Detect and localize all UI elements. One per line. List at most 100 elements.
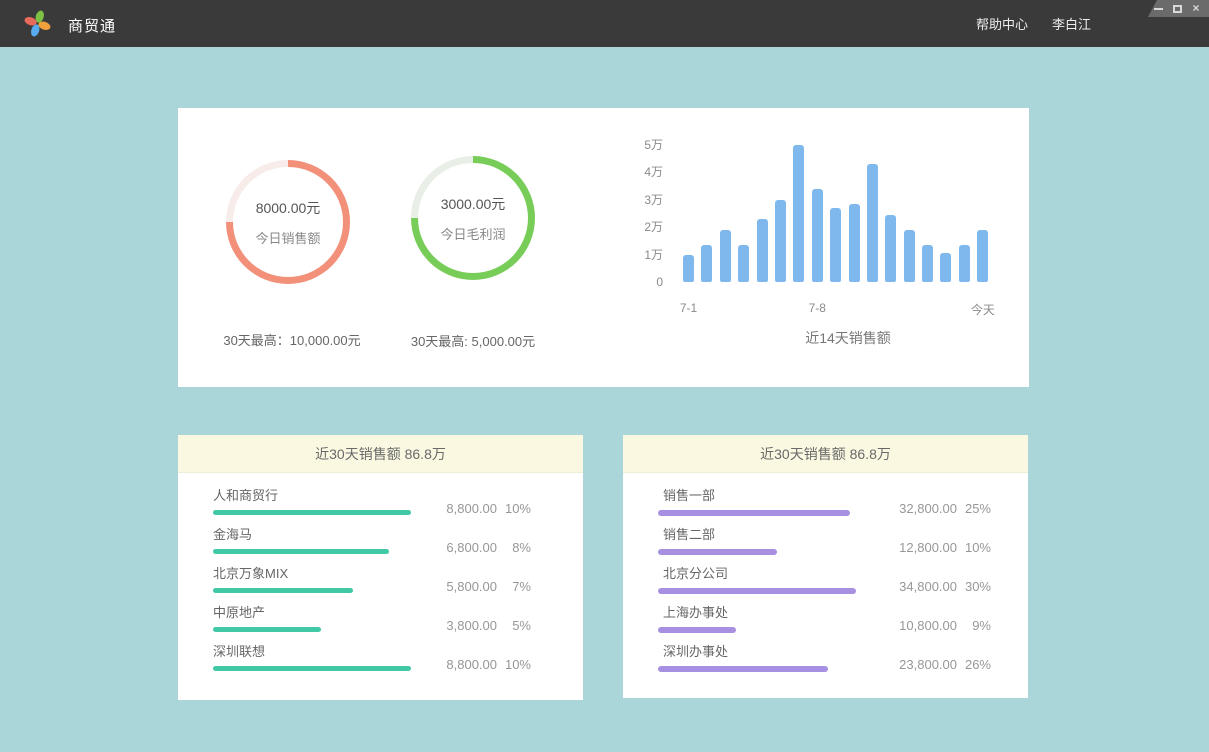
chart-bar [775, 200, 786, 282]
chart-bar [885, 215, 896, 282]
sales-row-amount: 10,800.00 [877, 618, 957, 633]
sales-row: 人和商贸行8,800.0010% [213, 488, 583, 527]
sales-row-percent: 10% [957, 540, 991, 555]
sales-row-values: 3,800.005% [417, 618, 531, 633]
sales-row-bar [213, 549, 389, 554]
y-tick-label: 4万 [603, 164, 663, 180]
chart-bar [701, 245, 712, 282]
y-tick-label: 3万 [603, 192, 663, 208]
sales-row-percent: 9% [957, 618, 991, 633]
y-tick-label: 0 [603, 274, 663, 290]
minimize-icon [1154, 8, 1163, 10]
today-sales-30day-max: 30天最高：10,000.00元 [223, 330, 360, 349]
sales-row-bar [213, 510, 411, 515]
chart-bar [738, 245, 749, 282]
sales-row: 上海办事处10,800.009% [658, 605, 1028, 644]
today-profit-label: 今日毛利润 [440, 224, 505, 243]
department-sales-panel: 近30天销售额 86.8万 销售一部32,800.0025%销售二部12,800… [623, 435, 1028, 698]
chart-bar [922, 245, 933, 282]
sales-row-percent: 5% [497, 618, 531, 633]
chart-bar [812, 189, 823, 282]
sales-row-bar [658, 549, 777, 555]
sales-row-bar [658, 666, 828, 672]
sales-row-bar [658, 627, 736, 633]
sales-row: 北京万象MIX5,800.007% [213, 566, 583, 605]
sales-row-amount: 23,800.00 [877, 657, 957, 672]
chart-bar [830, 208, 841, 282]
sales-row-amount: 32,800.00 [877, 501, 957, 516]
app-logo-icon [23, 9, 52, 38]
sales-row: 销售一部32,800.0025% [658, 488, 1028, 527]
chart-bars [683, 145, 989, 282]
today-sales-value: 8000.00元 [256, 198, 321, 218]
sales-row-percent: 10% [497, 501, 531, 516]
sales-row-bar [213, 666, 411, 671]
sales-row-percent: 30% [957, 579, 991, 594]
sales-row: 销售二部12,800.0010% [658, 527, 1028, 566]
x-tick-label: 今天 [971, 301, 995, 318]
chart-bar [683, 255, 694, 282]
sales-row: 深圳办事处23,800.0026% [658, 644, 1028, 683]
x-tick-label: 7-8 [809, 301, 826, 315]
today-profit-value: 3000.00元 [441, 194, 506, 214]
today-sales-gauge: 8000.00元 今日销售额 [226, 160, 350, 284]
maximize-icon [1173, 5, 1182, 13]
sales-row-values: 6,800.008% [417, 540, 531, 555]
sales-row-percent: 8% [497, 540, 531, 555]
chart-bar [867, 164, 878, 282]
sales-row: 深圳联想8,800.0010% [213, 644, 583, 683]
sales-row-amount: 12,800.00 [877, 540, 957, 555]
sales-row-percent: 7% [497, 579, 531, 594]
sales-row-values: 12,800.0010% [877, 540, 991, 555]
sales-row: 中原地产3,800.005% [213, 605, 583, 644]
minimize-button[interactable] [1153, 3, 1163, 14]
customer-sales-list: 人和商贸行8,800.0010%金海马6,800.008%北京万象MIX5,80… [178, 473, 583, 683]
today-profit-gauge: 3000.00元 今日毛利润 [411, 156, 535, 280]
sales-row: 北京分公司34,800.0030% [658, 566, 1028, 605]
sales-row-values: 5,800.007% [417, 579, 531, 594]
sales-row-bar [658, 588, 856, 594]
sales-row-values: 32,800.0025% [877, 501, 991, 516]
username-menu[interactable]: 李白江 [1052, 14, 1091, 33]
sales-row-values: 8,800.0010% [417, 657, 531, 672]
sales-row-values: 8,800.0010% [417, 501, 531, 516]
chart-bar [959, 245, 970, 282]
sales-row-amount: 34,800.00 [877, 579, 957, 594]
sales-row-percent: 25% [957, 501, 991, 516]
sales-row-percent: 10% [497, 657, 531, 672]
chart-bar [757, 219, 768, 282]
sales-row-bar [213, 627, 321, 632]
chart-bar [904, 230, 915, 282]
customer-sales-panel: 近30天销售额 86.8万 人和商贸行8,800.0010%金海马6,800.0… [178, 435, 583, 700]
maximize-button[interactable] [1172, 3, 1182, 14]
close-button[interactable]: × [1191, 3, 1201, 14]
sales-row-amount: 5,800.00 [417, 579, 497, 594]
sales-row: 金海马6,800.008% [213, 527, 583, 566]
chart-bar [977, 230, 988, 282]
today-profit-30day-max: 30天最高: 5,000.00元 [411, 331, 535, 350]
chart-bar [793, 145, 804, 282]
chart-bar [940, 253, 951, 282]
sales-row-values: 23,800.0026% [877, 657, 991, 672]
sales-row-percent: 26% [957, 657, 991, 672]
x-tick-label: 7-1 [680, 301, 697, 315]
title-bar: 商贸通 帮助中心 李白江 × [0, 0, 1209, 47]
y-tick-label: 1万 [603, 247, 663, 263]
sales-row-bar [658, 510, 850, 516]
sales-row-amount: 3,800.00 [417, 618, 497, 633]
window-controls: × [1148, 0, 1209, 17]
chart-bar [720, 230, 731, 282]
sales-row-amount: 8,800.00 [417, 657, 497, 672]
today-sales-label: 今日销售额 [255, 228, 320, 247]
customer-sales-panel-title: 近30天销售额 86.8万 [178, 435, 583, 473]
department-sales-list: 销售一部32,800.0025%销售二部12,800.0010%北京分公司34,… [623, 473, 1028, 683]
sales-row-amount: 6,800.00 [417, 540, 497, 555]
sales-row-values: 34,800.0030% [877, 579, 991, 594]
chart-bar [849, 204, 860, 282]
sales-row-bar [213, 588, 353, 593]
chart-y-axis: 01万2万3万4万5万 [603, 108, 663, 282]
department-sales-panel-title: 近30天销售额 86.8万 [623, 435, 1028, 473]
sales-row-amount: 8,800.00 [417, 501, 497, 516]
help-center-link[interactable]: 帮助中心 [976, 14, 1028, 33]
y-tick-label: 2万 [603, 219, 663, 235]
